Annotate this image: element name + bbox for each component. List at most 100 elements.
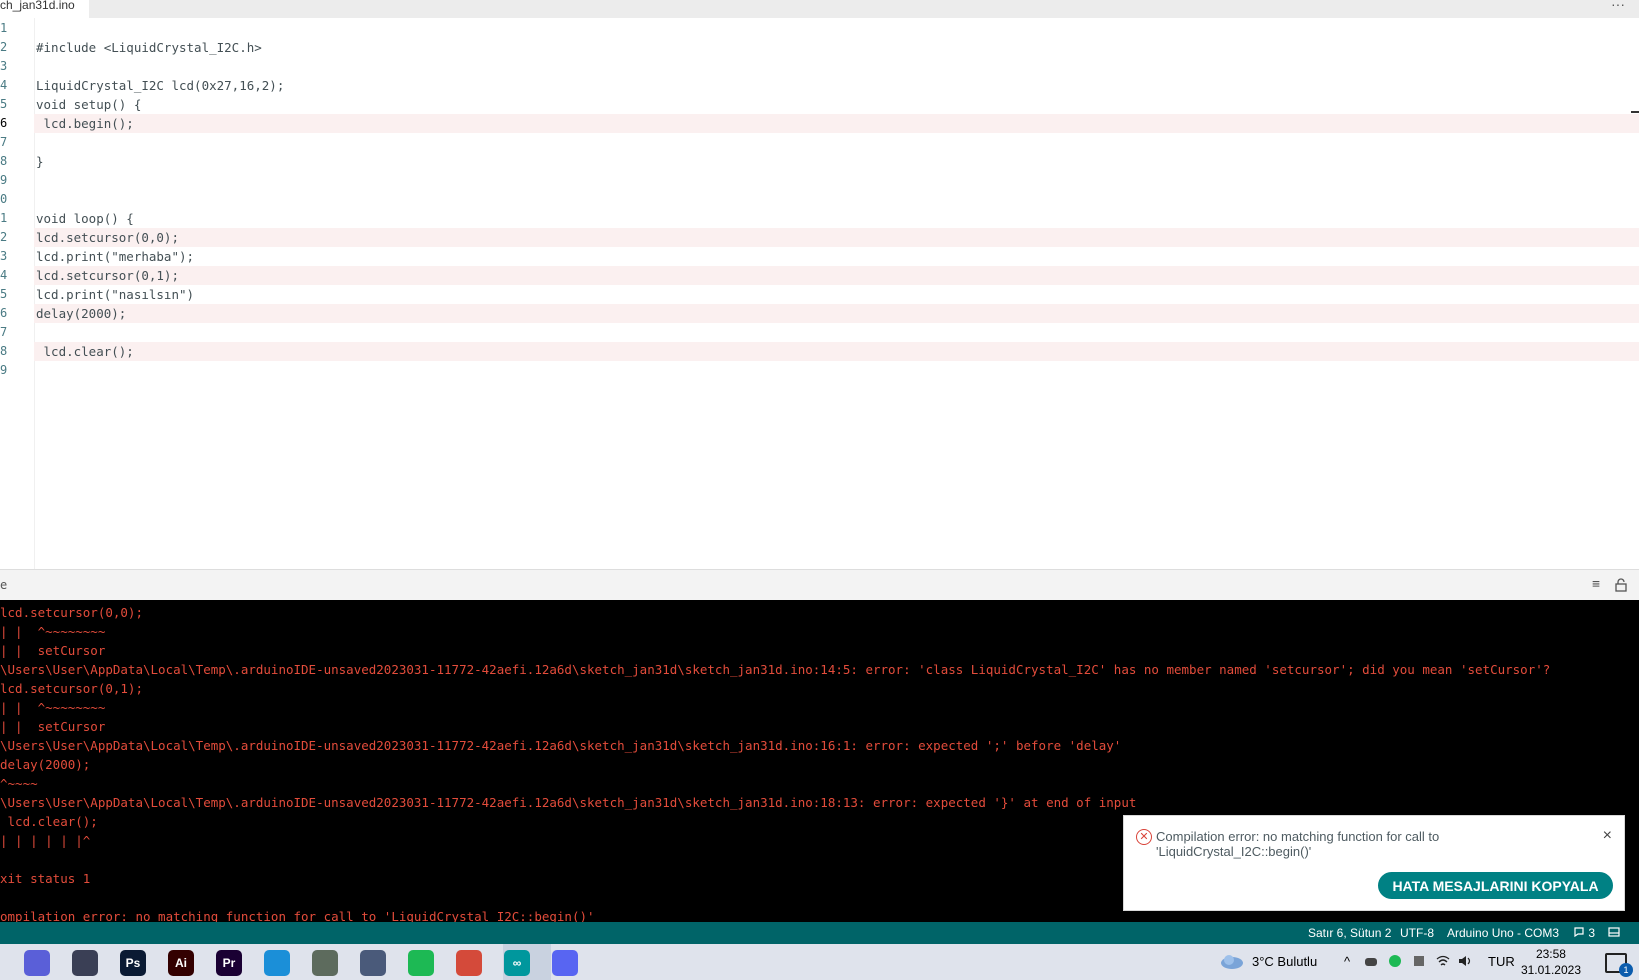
code-line[interactable] [34, 361, 1639, 380]
clock-date: 31.01.2023 [1520, 963, 1581, 977]
code-line[interactable]: #include <LiquidCrystal_I2C.h> [34, 38, 1639, 57]
console-line: \Users\User\AppData\Local\Temp\.arduinoI… [0, 738, 1122, 753]
console-line: delay(2000); [0, 757, 91, 772]
console-line: \Users\User\AppData\Local\Temp\.arduinoI… [0, 662, 1551, 677]
language-indicator[interactable]: TUR [1488, 944, 1515, 980]
line-number: 4 [0, 268, 8, 282]
code-line[interactable]: lcd.print("merhaba"); [34, 247, 1639, 266]
davinci-icon[interactable] [72, 950, 98, 976]
line-number: 3 [0, 249, 8, 263]
code-line[interactable] [34, 171, 1639, 190]
tab-sketch[interactable]: ch_jan31d.ino [0, 0, 89, 18]
code-line[interactable]: lcd.print("nasılsın") [34, 285, 1639, 304]
line-number: 2 [0, 230, 8, 244]
code-line[interactable]: delay(2000); [34, 304, 1639, 323]
code-line[interactable] [34, 19, 1639, 38]
notification-message: Compilation error: no matching function … [1156, 829, 1440, 859]
code-line[interactable]: void loop() { [34, 209, 1639, 228]
code-line[interactable]: lcd.setcursor(0,0); [34, 228, 1639, 247]
chevron-up-icon[interactable]: ^ [1344, 944, 1350, 980]
discord-tray-icon[interactable] [1364, 944, 1378, 980]
xbox-icon[interactable] [312, 950, 338, 976]
line-number: 5 [0, 97, 8, 111]
console-line: ^~~~~ [0, 776, 38, 791]
console-line: lcd.clear(); [0, 814, 98, 829]
output-panel-header: e ≡ [0, 569, 1639, 601]
line-number: 5 [0, 287, 8, 301]
console-line: | | | | | |^ [0, 833, 91, 848]
copilot-icon[interactable] [24, 950, 50, 976]
weather-icon[interactable] [1219, 944, 1245, 980]
close-icon[interactable]: × [1603, 827, 1612, 845]
clock-time: 23:58 [1535, 947, 1566, 961]
panel-toggle-icon[interactable] [1608, 922, 1620, 944]
windows-taskbar: Ps Ai Pr ∞ 3°C Bulutlu ^ TUR 23:58 31.01.20… [0, 944, 1639, 980]
line-number: 2 [0, 40, 8, 54]
app-tray-icon[interactable] [1412, 944, 1426, 980]
cursor-position[interactable]: Satır 6, Sütun 2 [1308, 922, 1391, 944]
clock[interactable]: 23:58 31.01.2023 [1521, 946, 1581, 978]
spotify-tray-icon[interactable] [1388, 944, 1402, 980]
wifi-icon[interactable] [1436, 944, 1450, 980]
console-line: | | setCursor [0, 719, 106, 734]
code-line[interactable] [34, 323, 1639, 342]
line-number: 8 [0, 154, 8, 168]
console-line: | | setCursor [0, 643, 106, 658]
code-line[interactable] [34, 57, 1639, 76]
line-number: 3 [0, 59, 8, 73]
console-line: xit status 1 [0, 871, 91, 886]
code-line[interactable]: LiquidCrystal_I2C lcd(0x27,16,2); [34, 76, 1639, 95]
status-bar: Satır 6, Sütun 2 UTF-8 Arduino Uno - COM… [0, 922, 1639, 944]
premiere-icon[interactable]: Pr [216, 950, 242, 976]
arduino-icon[interactable]: ∞ [504, 950, 530, 976]
line-number: 1 [0, 21, 8, 35]
console-line: | | ^~~~~~~~~ [0, 700, 106, 715]
line-number: 9 [0, 173, 8, 187]
console-line: \Users\User\AppData\Local\Temp\.arduinoI… [0, 795, 1137, 810]
files-icon[interactable] [360, 950, 386, 976]
code-line[interactable] [34, 190, 1639, 209]
line-number: 7 [0, 325, 8, 339]
line-number: 6 [0, 116, 8, 130]
notifications-count: 3 [1588, 926, 1596, 940]
line-number: 4 [0, 78, 8, 92]
code-editor[interactable]: 1 2 3 4 5 6 7 8 9 0 1 2 3 4 5 6 7 8 9 #include <LiquidCrys… [0, 18, 1639, 569]
photoshop-icon[interactable]: Ps [120, 950, 146, 976]
error-icon: ✕ [1136, 829, 1152, 845]
spotify-icon[interactable] [408, 950, 434, 976]
volume-icon[interactable] [1458, 944, 1472, 980]
console-line: lcd.setcursor(0,1); [0, 681, 143, 696]
code-line[interactable]: void setup() { [34, 95, 1639, 114]
line-number: 1 [0, 211, 8, 225]
output-header-label: e [0, 578, 8, 592]
board-port[interactable]: Arduino Uno - COM3 [1447, 922, 1559, 944]
illustrator-icon[interactable]: Ai [168, 950, 194, 976]
chrome-icon[interactable] [456, 950, 482, 976]
clear-output-icon[interactable]: ≡ [1589, 578, 1603, 592]
line-number: 6 [0, 306, 8, 320]
line-number: 8 [0, 344, 8, 358]
encoding[interactable]: UTF-8 [1400, 922, 1434, 944]
tab-bar: ch_jan31d.ino ··· [0, 0, 1639, 18]
line-number: 7 [0, 135, 8, 149]
code-line[interactable]: } [34, 152, 1639, 171]
notifications-icon[interactable]: 3 [1573, 922, 1595, 944]
line-number: 0 [0, 192, 8, 206]
line-number: 9 [0, 363, 8, 377]
discord-icon[interactable] [552, 950, 578, 976]
code-line[interactable] [34, 133, 1639, 152]
code-line[interactable]: lcd.begin(); [34, 114, 1639, 133]
console-line: | | ^~~~~~~~~ [0, 624, 106, 639]
notification-badge: 1 [1619, 963, 1633, 977]
unlock-icon[interactable] [1614, 578, 1628, 592]
copy-error-messages-button[interactable]: HATA MESAJLARINI KOPYALA [1378, 872, 1613, 899]
scroll-indicator [1631, 111, 1639, 113]
edge-icon[interactable] [264, 950, 290, 976]
code-line[interactable]: lcd.setcursor(0,1); [34, 266, 1639, 285]
code-line[interactable]: lcd.clear(); [34, 342, 1639, 361]
console-line: ompilation error: no matching function f… [0, 909, 595, 922]
more-options-icon[interactable]: ··· [1611, 0, 1625, 12]
error-notification: ✕ Compilation error: no matching functio… [1123, 815, 1625, 911]
weather-text[interactable]: 3°C Bulutlu [1252, 944, 1317, 980]
line-number-gutter: 1 2 3 4 5 6 7 8 9 0 1 2 3 4 5 6 7 8 9 [0, 18, 35, 569]
